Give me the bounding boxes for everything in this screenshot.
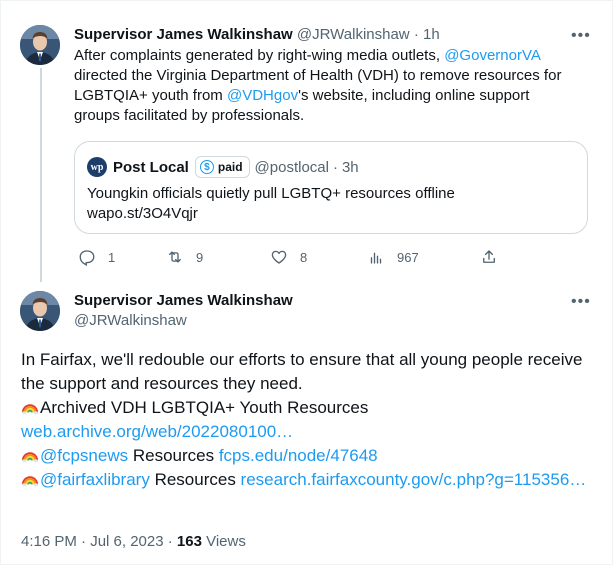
resource-label: Resources (149, 470, 241, 489)
reply-button[interactable]: 1 (78, 247, 115, 267)
reply-icon (79, 250, 95, 266)
tweet-thread: Supervisor James Walkinshaw @JRWalkinsha… (0, 0, 613, 565)
quoted-tweet-card[interactable]: wp Post Local $ paid @postlocal · 3h You… (74, 141, 588, 234)
tweet-time[interactable]: 1h (423, 26, 440, 43)
rainbow-emoji (21, 404, 39, 415)
tweet-paragraph: In Fairfax, we'll redouble our efforts t… (21, 350, 583, 393)
quoted-headline: Youngkin officials quietly pull LGBTQ+ r… (87, 185, 455, 202)
washington-post-logo: wp (87, 157, 107, 177)
rainbow-emoji (21, 476, 39, 487)
views-button[interactable]: 967 (367, 247, 419, 267)
library-link[interactable]: research.fairfaxcounty.gov/c.php?g=11535… (241, 470, 587, 489)
mention-link[interactable]: @fcpsnews (40, 446, 128, 465)
dollar-icon: $ (199, 160, 214, 174)
mention-link[interactable]: @VDHgov (227, 87, 298, 104)
separator-dot: · (332, 158, 338, 176)
views-label: Views (201, 533, 246, 550)
share-button[interactable] (480, 247, 498, 267)
reply-count: 1 (108, 249, 116, 265)
more-icon[interactable]: ••• (571, 294, 591, 310)
more-icon[interactable]: ••• (571, 28, 591, 44)
views-count: 163 (176, 533, 202, 550)
share-icon (483, 250, 495, 263)
avatar[interactable] (20, 25, 60, 65)
tweet-actions: 1 9 8 967 (74, 247, 504, 267)
quoted-tweet-header: wp Post Local $ paid @postlocal · 3h (87, 156, 359, 178)
heart-icon (271, 250, 287, 264)
archive-link[interactable]: web.archive.org/web/2022080100… (21, 422, 293, 441)
mention-link[interactable]: @GovernorVA (444, 47, 540, 64)
tweet-header: Supervisor James Walkinshaw @JRWalkinsha… (74, 25, 440, 45)
paid-label: paid (217, 160, 243, 174)
separator-dot: · (413, 26, 419, 43)
like-count: 8 (300, 249, 308, 265)
tweet-text: After complaints generated by right-wing… (74, 46, 574, 126)
paid-badge: $ paid (194, 156, 250, 178)
avatar-photo (20, 291, 60, 331)
resource-line: @fairfaxlibrary Resources research.fairf… (21, 468, 596, 492)
tweet-text-part: After complaints generated by right-wing… (74, 47, 445, 64)
resource-line: Archived VDH LGBTQIA+ Youth Resources we… (21, 396, 596, 444)
resource-label: Resources (128, 446, 219, 465)
quoted-tweet-text: Youngkin officials quietly pull LGBTQ+ r… (87, 184, 577, 224)
quoted-time: 3h (341, 158, 359, 176)
author-name[interactable]: Supervisor James Walkinshaw (74, 26, 293, 43)
view-count: 967 (397, 249, 419, 265)
retweet-button[interactable]: 9 (166, 247, 203, 267)
rainbow-emoji (21, 452, 39, 463)
author-handle[interactable]: @JRWalkinshaw (74, 311, 187, 331)
retweet-count: 9 (196, 249, 204, 265)
tweet-timestamp[interactable]: 4:16 PM · Jul 6, 2023 · (21, 533, 177, 550)
analytics-icon (370, 252, 382, 264)
quoted-link[interactable]: wapo.st/3O4Vqjr (87, 204, 577, 224)
like-button[interactable]: 8 (270, 247, 307, 267)
author-name[interactable]: Supervisor James Walkinshaw (74, 291, 293, 311)
quoted-handle: @postlocal (254, 158, 329, 176)
retweet-icon (169, 251, 181, 263)
author-handle[interactable]: @JRWalkinshaw (297, 26, 410, 43)
avatar[interactable] (20, 291, 60, 331)
fcps-link[interactable]: fcps.edu/node/47648 (219, 446, 378, 465)
tweet-text: In Fairfax, we'll redouble our efforts t… (21, 348, 596, 492)
tweet-meta: 4:16 PM · Jul 6, 2023 · 163 Views (21, 532, 246, 552)
avatar-photo (20, 25, 60, 65)
resource-line: @fcpsnews Resources fcps.edu/node/47648 (21, 444, 596, 468)
thread-connector (40, 68, 42, 282)
resource-label: Archived VDH LGBTQIA+ Youth Resources (40, 398, 369, 417)
quoted-author-name: Post Local (113, 158, 189, 176)
mention-link[interactable]: @fairfaxlibrary (40, 470, 150, 489)
